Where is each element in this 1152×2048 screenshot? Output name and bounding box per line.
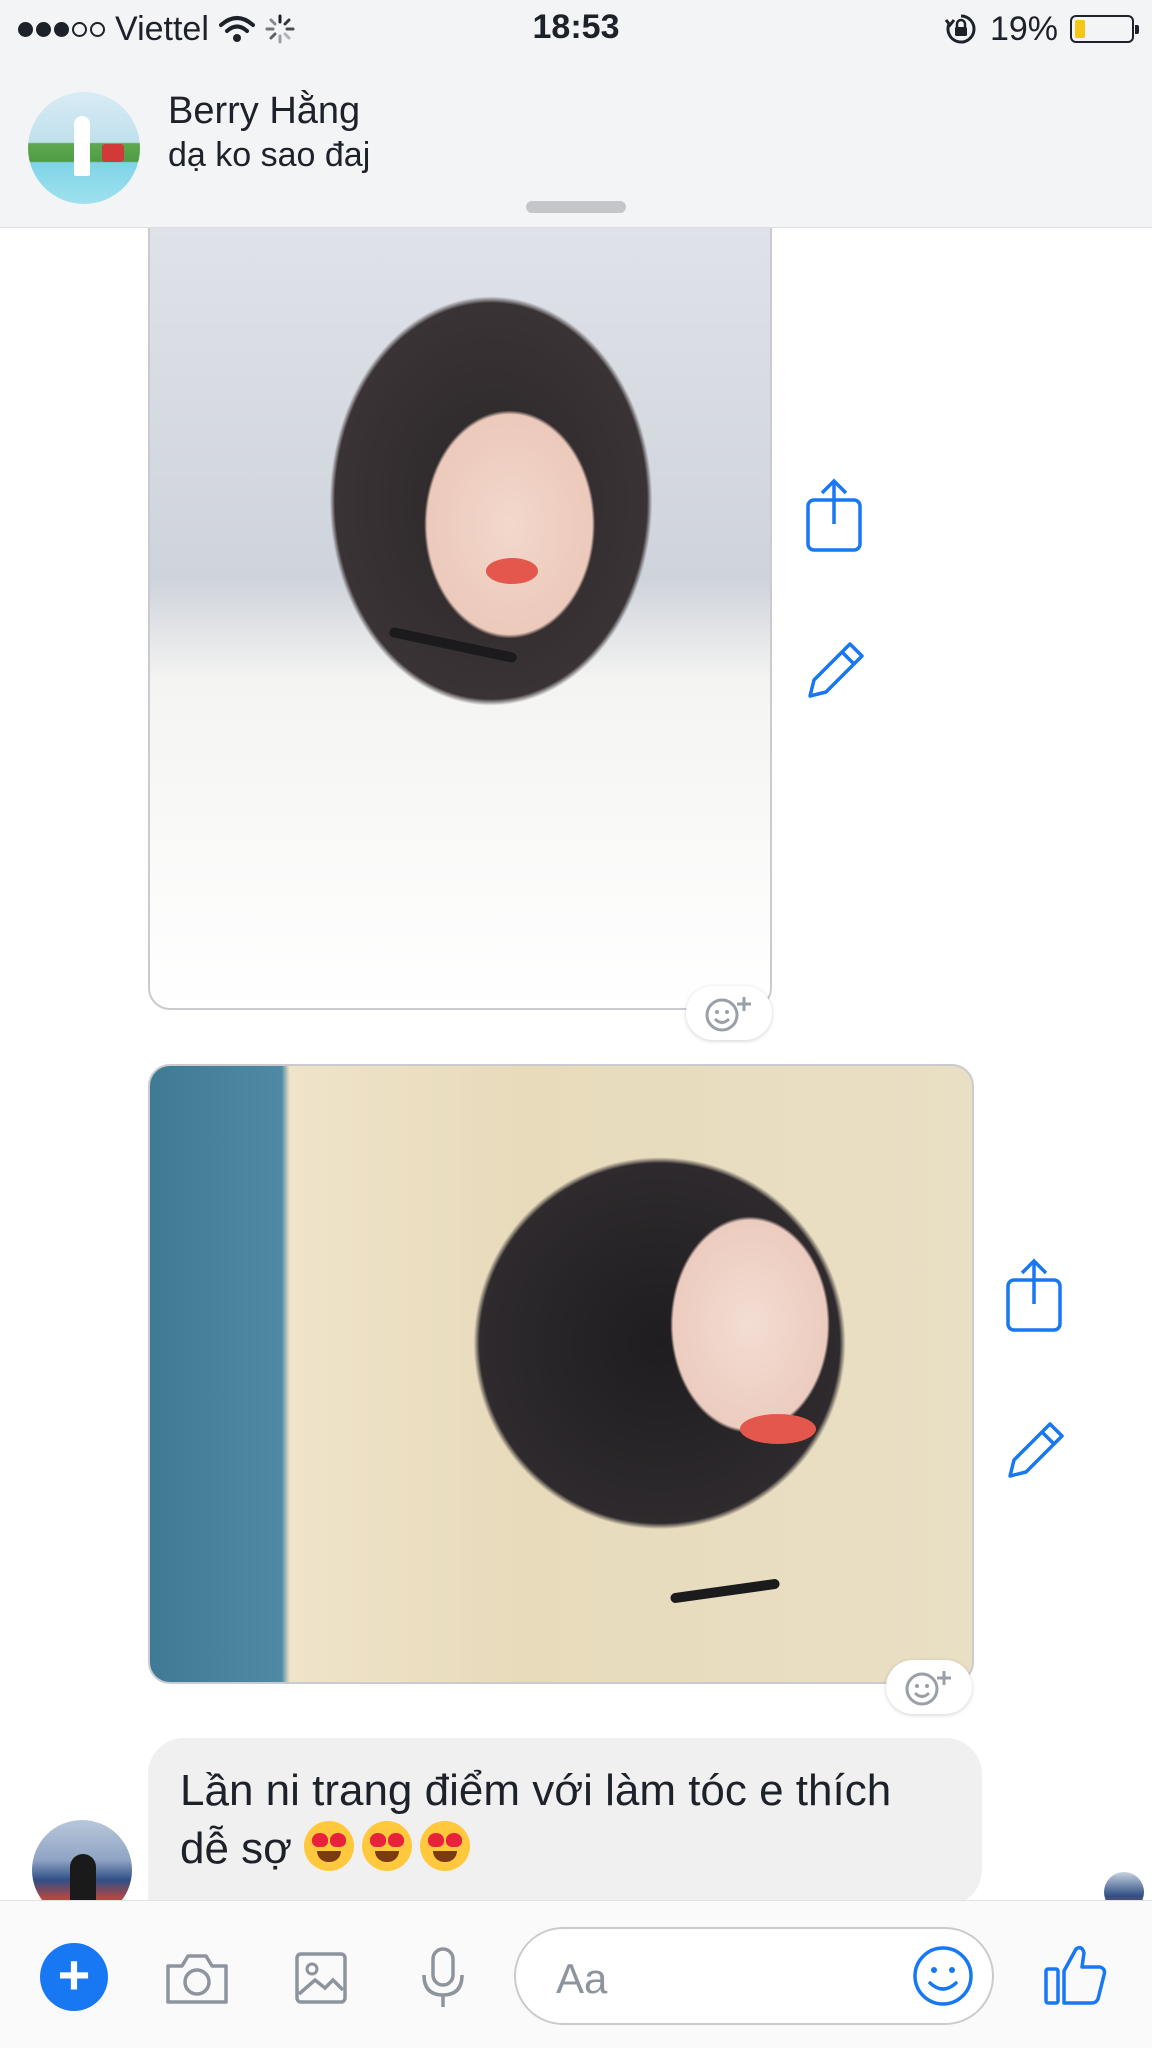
edit-button[interactable] (1002, 1410, 1068, 1486)
photo-message[interactable] (148, 1064, 974, 1684)
camera-icon (166, 1954, 228, 2004)
contact-avatar[interactable] (28, 92, 140, 204)
message-input[interactable]: Aa (514, 1927, 994, 2025)
rotation-lock-icon (944, 14, 976, 44)
more-actions-button[interactable]: + (40, 1943, 108, 2011)
status-right: 19% (944, 8, 1139, 50)
gallery-button[interactable] (286, 1943, 356, 2013)
share-button[interactable] (802, 478, 868, 554)
heart-eyes-emoji-icon (362, 1821, 413, 1871)
thumbs-up-icon (1044, 1945, 1107, 2005)
heart-eyes-emoji-icon (420, 1821, 471, 1871)
contact-status: dạ ko sao đaj (168, 136, 371, 174)
contact-name[interactable]: Berry Hằng (168, 90, 360, 133)
pencil-icon (1008, 1422, 1064, 1478)
conversation-header[interactable]: Berry Hằng dạ ko sao đaj (0, 58, 1152, 228)
edit-button[interactable] (802, 630, 868, 706)
add-reaction-button[interactable] (886, 1660, 972, 1714)
add-reaction-button[interactable] (686, 986, 772, 1040)
share-icon (806, 478, 862, 552)
message-input-placeholder: Aa (556, 1955, 608, 2002)
battery-fill (1075, 20, 1086, 38)
microphone-icon (422, 1947, 464, 2007)
smiley-plus-icon (705, 997, 751, 1032)
pencil-icon (808, 642, 864, 698)
battery-icon (1070, 15, 1139, 43)
emoji-button-icon[interactable] (908, 1941, 978, 2011)
battery-percent: 19% (989, 9, 1058, 48)
message-text-container: Lần ni trang điểm với làm tóc e thích dễ… (180, 1762, 950, 1878)
camera-button[interactable] (162, 1943, 232, 2013)
message-text: Lần ni trang điểm với làm tóc e thích dễ… (180, 1766, 892, 1873)
heart-eyes-emoji-icon (304, 1821, 355, 1871)
drag-handle[interactable] (526, 201, 626, 213)
status-bar: Viettel 18:53 19% (0, 0, 1152, 58)
share-button[interactable] (1002, 1258, 1068, 1334)
like-button[interactable] (1040, 1939, 1110, 2009)
composer-bar: + Aa (0, 1900, 1152, 2048)
image-icon (295, 1952, 347, 2004)
share-icon (1006, 1258, 1062, 1332)
smiley-plus-icon (905, 1671, 951, 1706)
voice-button[interactable] (408, 1943, 478, 2013)
message-bubble[interactable]: Lần ni trang điểm với làm tóc e thích dễ… (148, 1738, 982, 1906)
photo-message[interactable] (148, 228, 772, 1010)
